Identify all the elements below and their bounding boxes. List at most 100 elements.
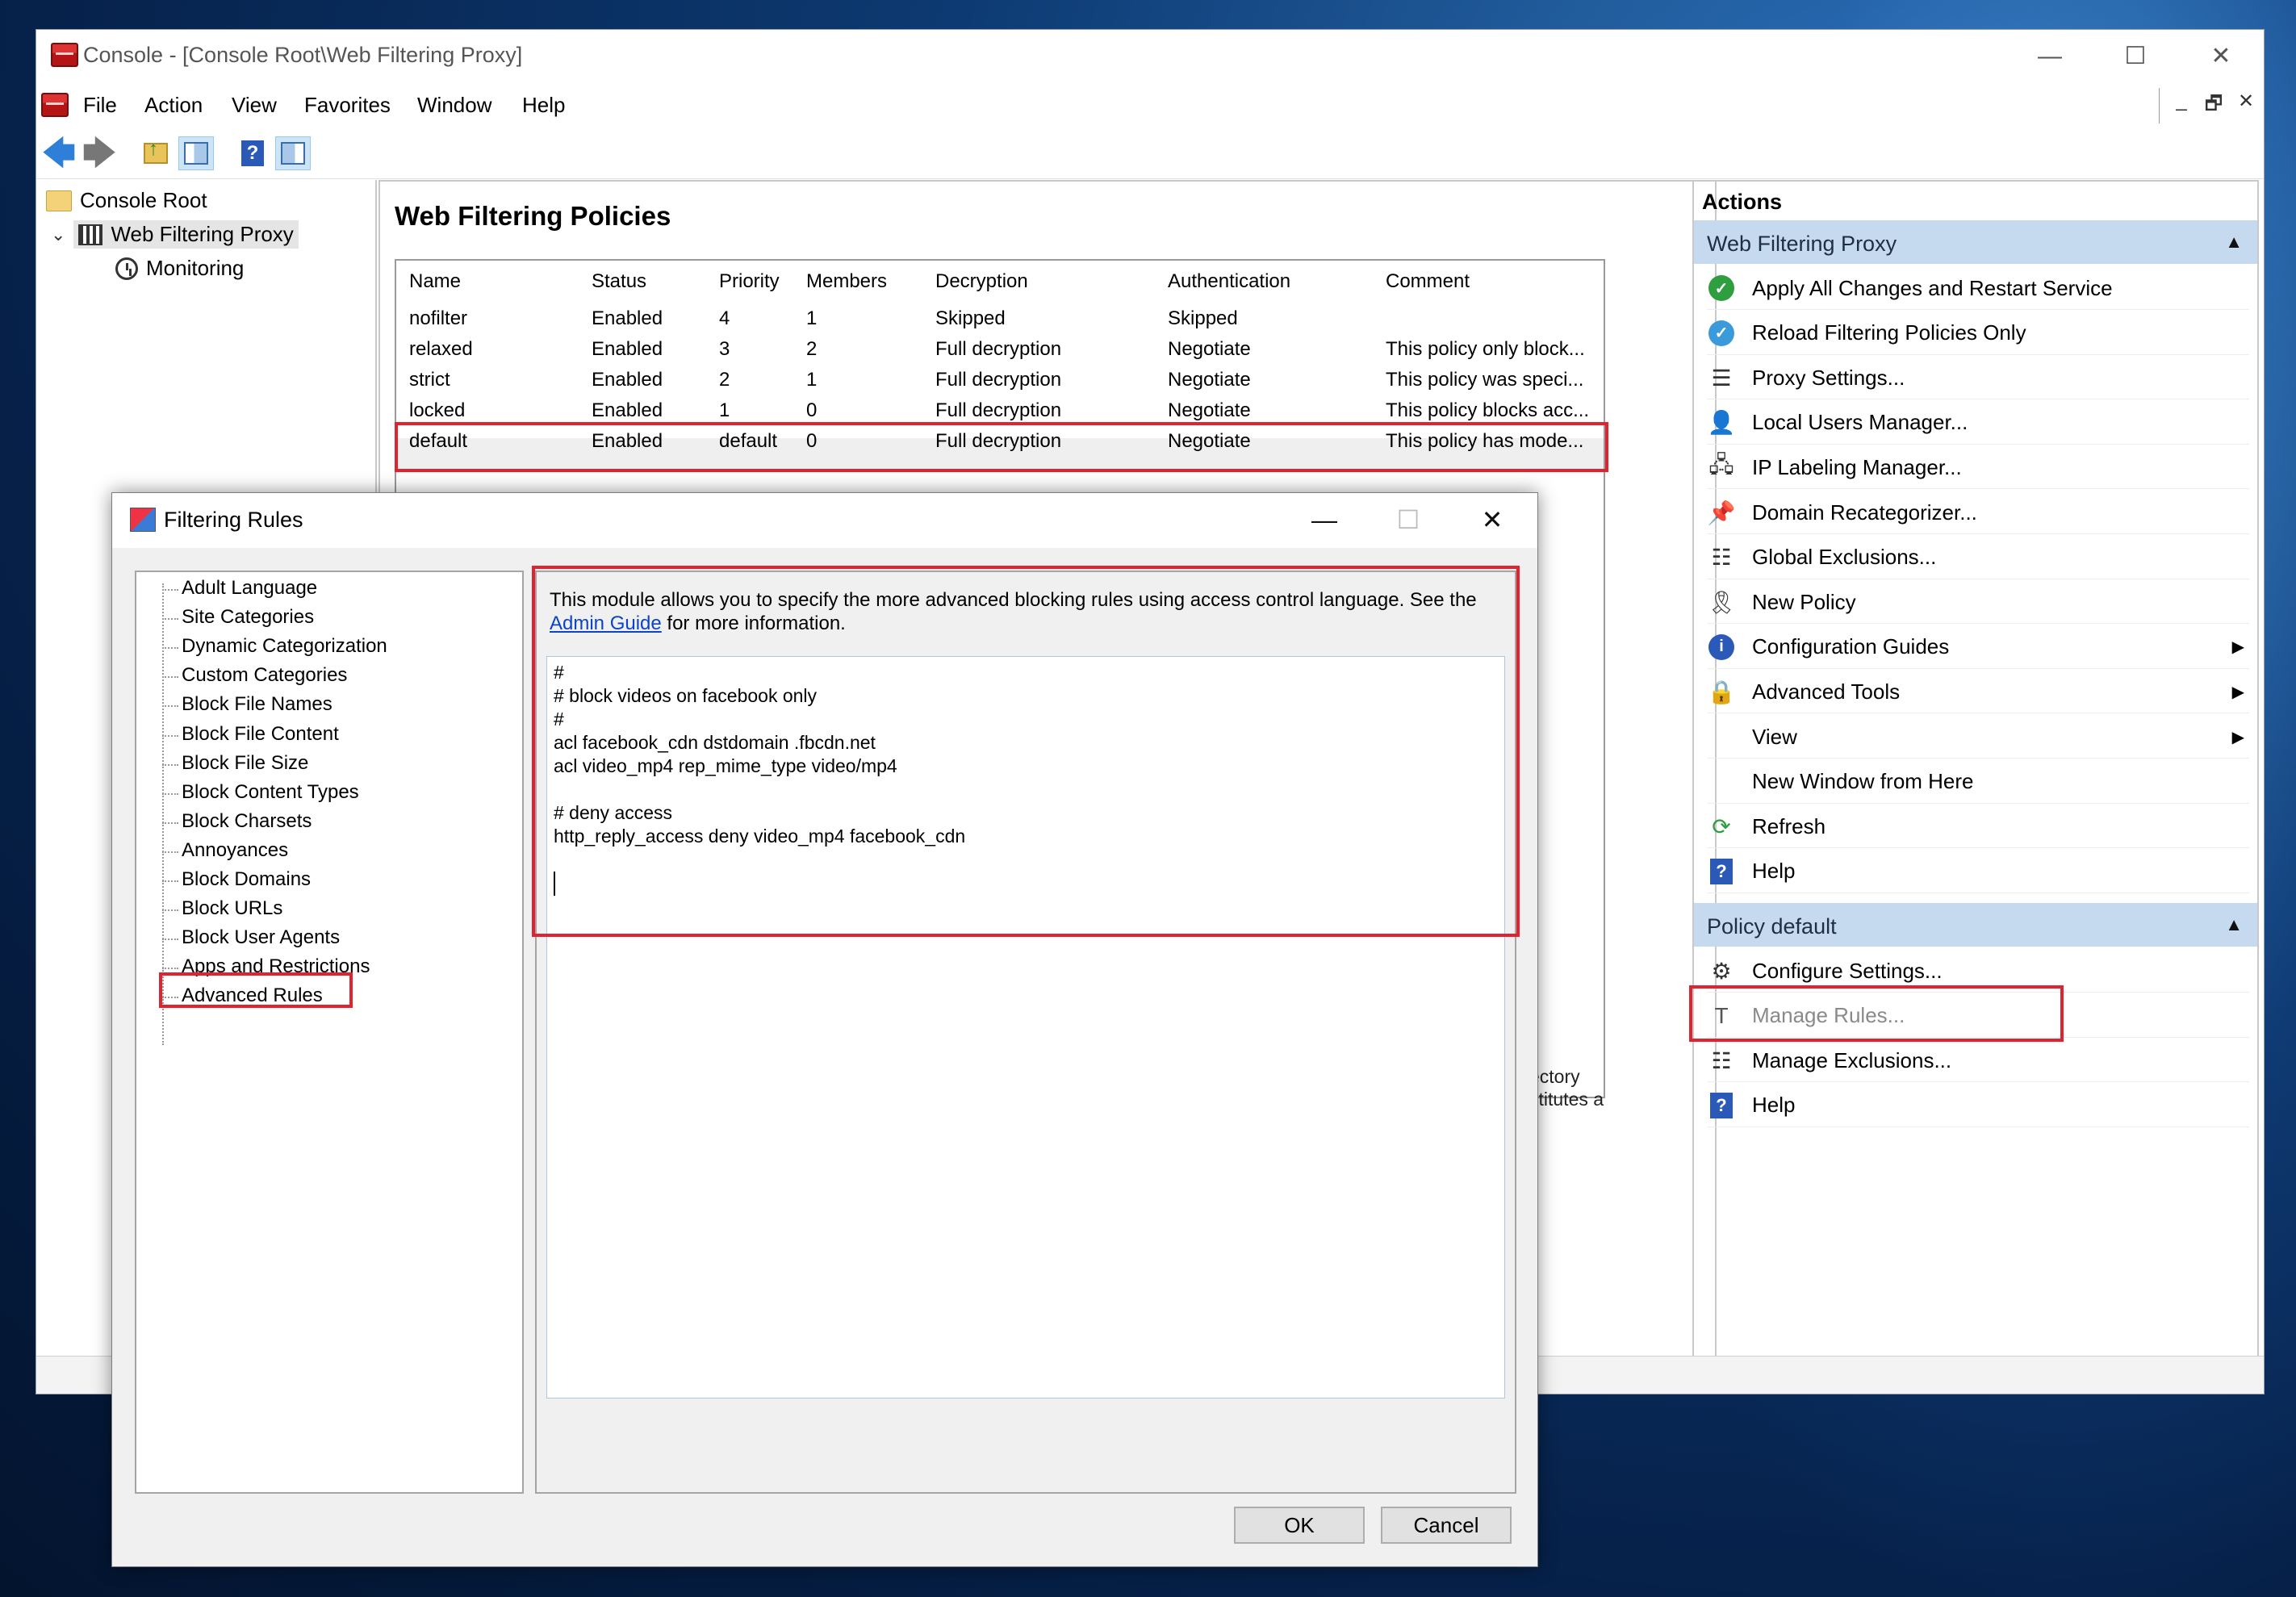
minimize-button[interactable]: — [2014,36,2086,77]
action-item[interactable]: ☷ Global Exclusions... [1707,537,2249,579]
table-cell: 1 [719,399,730,421]
action-label: Refresh [1752,813,1826,838]
column-header-authentication[interactable]: Authentication [1168,270,1290,293]
maximize-button[interactable]: ☐ [2099,36,2172,77]
action-item[interactable]: New Window from Here [1707,761,2249,804]
rule-category-item[interactable]: Adult Language [182,577,317,600]
table-cell: Enabled [592,338,663,360]
menu-help[interactable]: Help [522,93,565,118]
table-row[interactable]: relaxed Enabled 3 2 Full decryption Negotiate… [396,335,1604,366]
show-hide-action-pane-button[interactable] [275,136,311,170]
column-header-name[interactable]: Name [409,270,461,293]
close-button[interactable]: ✕ [2185,36,2257,77]
action-item[interactable]: ? Help [1707,1085,2249,1127]
tree-guide-line [162,647,178,650]
action-item[interactable]: ☷ Manage Exclusions... [1707,1039,2249,1083]
action-item[interactable]: ? Help [1707,851,2249,893]
table-cell: 1 [806,369,818,391]
mdi-close-button[interactable]: ✕ [2231,90,2260,113]
rule-category-item[interactable]: Dynamic Categorization [182,635,387,658]
rule-category-item[interactable]: Block User Agents [182,926,340,949]
column-header-status[interactable]: Status [592,270,646,293]
submenu-arrow-icon: ▶ [2231,638,2244,657]
rule-category-item[interactable]: Block File Size [182,752,308,775]
rule-category-item[interactable]: Block File Names [182,693,332,716]
action-item[interactable]: i Configuration Guides ▶ [1707,626,2249,669]
action-label: IP Labeling Manager... [1752,454,1962,479]
back-button[interactable]: 🡄 [41,136,77,170]
column-header-members[interactable]: Members [806,270,887,293]
menu-window[interactable]: Window [417,93,491,118]
action-item[interactable]: View ▶ [1707,716,2249,759]
chevron-down-icon[interactable]: ⌄ [51,224,65,245]
table-row[interactable]: strict Enabled 2 1 Full decryption Negotiate T… [396,366,1604,396]
table-row[interactable]: nofilter Enabled 4 1 Skipped Skipped [396,304,1604,335]
tree-guide-line [162,676,178,679]
tree-node-console-root[interactable]: Console Root [46,188,207,213]
action-item[interactable]: 📌 Domain Recategorizer... [1707,491,2249,534]
rule-category-item[interactable]: Block File Content [182,723,339,746]
table-cell: 2 [719,369,730,391]
up-one-level-button[interactable] [138,136,174,170]
table-cell: Enabled [592,399,663,421]
tree-node-selected[interactable]: Web Filtering Proxy [73,220,299,249]
action-item[interactable]: ✓ Reload Filtering Policies Only [1707,312,2249,355]
rule-category-item[interactable]: Block Domains [182,868,311,891]
tree-guide-line [162,909,178,912]
action-icon: 🖧 [1708,452,1734,478]
action-item[interactable]: 🖧 IP Labeling Manager... [1707,446,2249,490]
menu-view[interactable]: View [232,93,277,118]
action-item[interactable]: ✓ Apply All Changes and Restart Service [1707,267,2249,310]
help-toolbar-button[interactable]: ? [235,136,270,170]
rule-category-item[interactable]: Block Content Types [182,781,359,804]
column-header-decryption[interactable]: Decryption [935,270,1028,293]
menu-file[interactable]: File [83,93,117,118]
ok-button[interactable]: OK [1234,1507,1365,1544]
rule-category-item[interactable]: Block Charsets [182,810,312,833]
menu-action[interactable]: Action [144,93,203,118]
menu-favorites[interactable]: Favorites [304,93,391,118]
action-label: Domain Recategorizer... [1752,500,1977,525]
action-item[interactable]: 🎗 New Policy [1707,581,2249,625]
rule-category-item[interactable]: Annoyances [182,839,288,862]
tree-node-monitoring[interactable]: Monitoring [115,256,244,281]
help-icon: ? [241,140,264,166]
action-item[interactable]: ⟳ Refresh [1707,805,2249,849]
action-item[interactable]: 👤 Local Users Manager... [1707,402,2249,445]
collapse-icon[interactable]: ▲ [2225,232,2243,253]
tree-node-web-filtering-proxy[interactable]: ⌄ Web Filtering Proxy [51,220,299,249]
mdi-minimize-button[interactable]: _ [2167,90,2196,112]
action-label: Local Users Manager... [1752,410,1968,435]
action-item[interactable]: 🔒 Advanced Tools ▶ [1707,671,2249,714]
tree-guide-line [162,705,178,708]
rule-category-item[interactable]: Custom Categories [182,664,347,687]
action-icon: i [1707,633,1736,661]
table-cell: nofilter [409,307,468,329]
actions-section-web-filtering-proxy[interactable]: Web Filtering Proxy ▲ [1694,220,2257,264]
mdi-restore-button[interactable]: 🗗 [2199,90,2228,123]
cancel-button[interactable]: Cancel [1381,1507,1512,1544]
actions-section-policy-default[interactable]: Policy default ▲ [1694,903,2257,947]
action-item[interactable]: ☰ Proxy Settings... [1707,357,2249,400]
title-bar: Console - [Console Root\Web Filtering Pr… [36,30,2264,83]
forward-button[interactable]: 🡆 [82,136,117,170]
actions-pane: Actions Web Filtering Proxy ▲ ✓ Apply All… [1692,180,2259,1382]
action-icon: ☷ [1711,545,1732,571]
collapse-icon[interactable]: ▲ [2225,914,2243,935]
table-cell: Enabled [592,307,663,329]
console-menu-icon[interactable] [41,93,69,117]
dialog-close-button[interactable]: ✕ [1460,500,1524,540]
action-label: Help [1752,859,1796,884]
dialog-minimize-button[interactable]: — [1292,500,1357,540]
column-header-comment[interactable]: Comment [1386,270,1470,293]
rule-category-item[interactable]: Block URLs [182,897,282,920]
highlight-rules-editor [532,566,1520,937]
show-hide-tree-button[interactable] [178,136,214,170]
column-header-priority[interactable]: Priority [719,270,780,293]
help-icon: ? [1710,858,1733,884]
action-label: Help [1752,1093,1796,1118]
table-cell: 3 [719,338,730,360]
rule-category-item[interactable]: Site Categories [182,606,314,629]
rule-category-list[interactable]: Adult Language Site Categories Dynamic Cat… [135,571,524,1494]
submenu-arrow-icon: ▶ [2231,683,2244,701]
